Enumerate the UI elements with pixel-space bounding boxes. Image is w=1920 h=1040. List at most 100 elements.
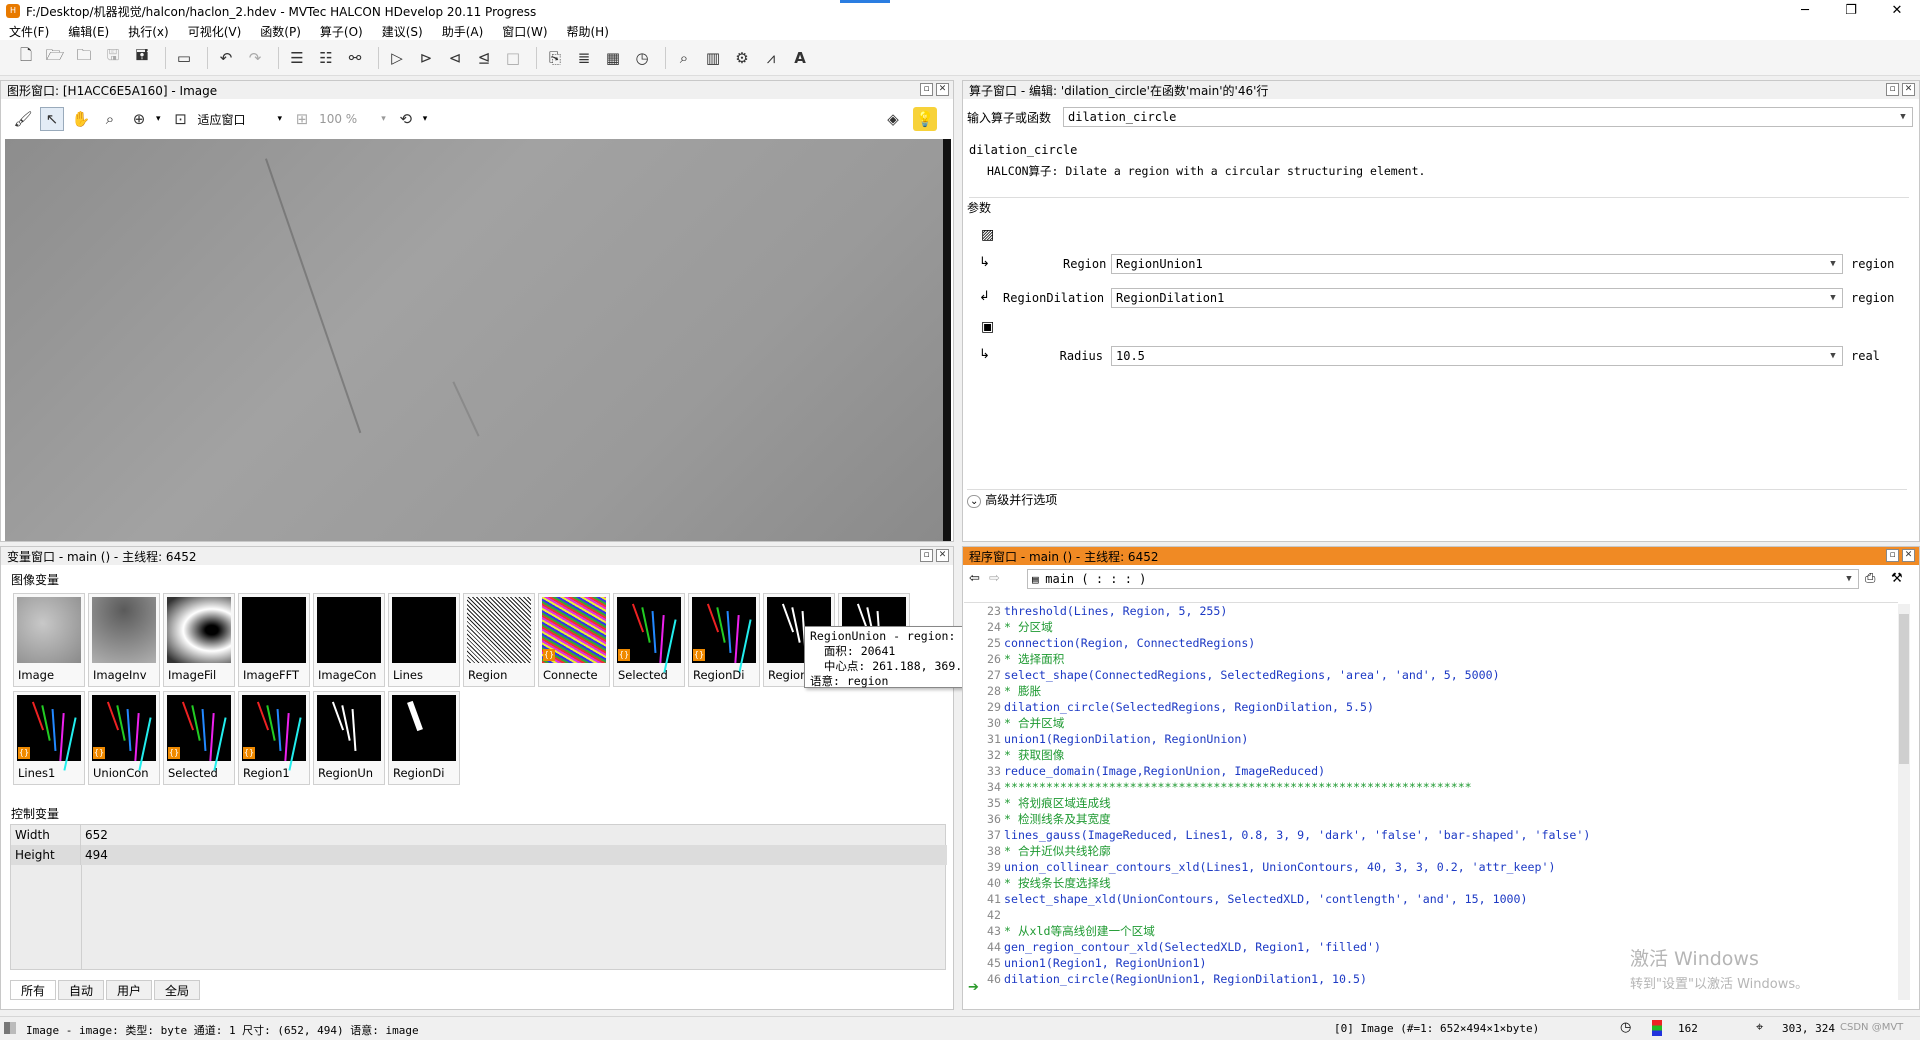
thumbnail-lines[interactable]: Lines <box>388 593 460 687</box>
close-button[interactable]: ✕ <box>1874 0 1920 22</box>
thumbnail-imagecon[interactable]: ImageCon <box>313 593 385 687</box>
code-line[interactable]: 39 union_collinear_contours_xld(Lines1, U… <box>964 859 1898 875</box>
scrollbar-thumb[interactable] <box>1899 614 1909 764</box>
thumbnail-regiondi[interactable]: RegionDi <box>388 691 460 785</box>
code-line[interactable]: 35 * 将划痕区域连成线 <box>964 795 1898 811</box>
program-code-editor[interactable]: 23 threshold(Lines, Region, 5, 255) 24 * 分区… <box>964 602 1898 998</box>
menu-execute[interactable]: 执行(x) <box>119 23 178 40</box>
fit-window-icon[interactable]: ⊡ <box>169 107 193 131</box>
float-icon[interactable]: ▫ <box>1886 83 1899 96</box>
forward-arrow-icon[interactable]: ⇨ <box>989 571 1000 586</box>
code-line[interactable]: 24 * 分区域 <box>964 619 1898 635</box>
bulb-icon[interactable]: 💡 <box>913 107 937 131</box>
code-line[interactable]: 31 union1(RegionDilation, RegionUnion) <box>964 731 1898 747</box>
param-region-dilation-field[interactable]: RegionDilation1 ▼ <box>1111 288 1843 308</box>
insert-procedure-icon[interactable]: ☰ <box>285 46 309 70</box>
binoculars-icon[interactable]: ⚯ <box>343 46 367 70</box>
new-file-icon[interactable]: 🗋 <box>14 46 38 70</box>
thumbnail-region[interactable]: Region <box>463 593 535 687</box>
menu-help[interactable]: 帮助(H) <box>558 23 619 40</box>
back-arrow-icon[interactable]: ⇦ <box>969 571 980 586</box>
close-icon[interactable]: ✕ <box>1902 83 1915 96</box>
table-row[interactable]: Height 494 <box>11 845 947 865</box>
menu-window[interactable]: 窗口(W) <box>493 23 557 40</box>
code-line[interactable]: 25 connection(Region, ConnectedRegions) <box>964 635 1898 651</box>
procedure-edit-icon[interactable]: ⎙ <box>1865 571 1875 586</box>
maximize-button[interactable]: ❐ <box>1828 0 1874 22</box>
param-region-field[interactable]: RegionUnion1 ▼ <box>1111 254 1843 274</box>
table-row[interactable]: Width 652 <box>11 825 947 845</box>
open-example-icon[interactable]: 🗀 <box>72 46 96 70</box>
line-profile-icon[interactable]: ⩘ <box>759 46 783 70</box>
redo-icon[interactable]: ↷ <box>243 46 267 70</box>
thumbnail-selected[interactable]: {} Selected <box>613 593 685 687</box>
code-line[interactable]: 26 * 选择面积 <box>964 651 1898 667</box>
tab-global[interactable]: 全局 <box>154 980 201 1000</box>
code-line[interactable]: 23 threshold(Lines, Region, 5, 255) <box>964 603 1898 619</box>
chevron-down-icon[interactable]: ▼ <box>1826 255 1840 273</box>
code-line[interactable]: 37 lines_gauss(ImageReduced, Lines1, 0.8,… <box>964 827 1898 843</box>
menu-edit[interactable]: 编辑(E) <box>59 23 119 40</box>
menu-procedures[interactable]: 函数(P) <box>251 23 311 40</box>
thumbnail-region1[interactable]: {} Region1 <box>238 691 310 785</box>
thumbnail-lines1[interactable]: {} Lines1 <box>13 691 85 785</box>
record-icon[interactable]: ▭ <box>172 46 196 70</box>
save-all-icon[interactable]: 🖬 <box>130 46 154 70</box>
thumbnail-imagefft[interactable]: ImageFFT <box>238 593 310 687</box>
chevron-down-icon[interactable]: ▾ <box>381 114 386 124</box>
save-icon[interactable]: 🖫 <box>101 46 125 70</box>
open-file-icon[interactable]: 🗁 <box>43 46 67 70</box>
tab-auto[interactable]: 自动 <box>58 980 105 1000</box>
thumbnail-image[interactable]: Image <box>13 593 85 687</box>
fit-window-button[interactable]: 适应窗口 <box>198 111 246 128</box>
draw-shape-icon[interactable]: ⟲ <box>394 107 418 131</box>
code-line[interactable]: 28 * 膨胀 <box>964 683 1898 699</box>
code-line[interactable]: 30 * 合并区域 <box>964 715 1898 731</box>
close-icon[interactable]: ✕ <box>936 83 949 96</box>
stop-icon[interactable]: □ <box>501 46 525 70</box>
float-icon[interactable]: ▫ <box>920 83 933 96</box>
operator-input-field[interactable]: dilation_circle ▼ <box>1063 107 1913 127</box>
menu-suggestions[interactable]: 建议(S) <box>373 23 433 40</box>
step-out-icon[interactable]: ⊴ <box>472 46 496 70</box>
thumbnail-imageinv[interactable]: ImageInv <box>88 593 160 687</box>
menu-assistants[interactable]: 助手(A) <box>433 23 494 40</box>
image-display-canvas[interactable] <box>5 139 951 541</box>
profiler-icon[interactable]: ◷ <box>630 46 654 70</box>
chevron-down-icon[interactable]: ▾ <box>423 114 428 124</box>
ocr-icon[interactable]: A <box>788 46 812 70</box>
chevron-down-icon[interactable]: ▼ <box>1842 570 1856 588</box>
code-line[interactable]: 40 * 按线条长度选择线 <box>964 875 1898 891</box>
tab-all[interactable]: 所有 <box>10 980 57 1000</box>
thumbnail-unioncon[interactable]: {} UnionCon <box>88 691 160 785</box>
thumbnail-imagefil[interactable]: ImageFil <box>163 593 235 687</box>
close-icon[interactable]: ✕ <box>1902 549 1915 562</box>
procedure-selector[interactable]: ▤ main ( : : : ) ▼ <box>1027 569 1859 589</box>
hand-icon[interactable]: ✋ <box>69 107 93 131</box>
magnify-icon[interactable]: ⌕ <box>98 107 122 131</box>
code-line[interactable]: 33 reduce_domain(Image,RegionUnion, Image… <box>964 763 1898 779</box>
feature-icon[interactable]: ⚙ <box>730 46 754 70</box>
step-over-icon[interactable]: ⊳ <box>414 46 438 70</box>
undo-icon[interactable]: ↶ <box>214 46 238 70</box>
chevron-down-icon[interactable]: ▾ <box>156 114 161 124</box>
step-into-icon[interactable]: ⊲ <box>443 46 467 70</box>
code-line[interactable]: 38 * 合并近似共线轮廓 <box>964 843 1898 859</box>
thumbnail-regiondi[interactable]: {} RegionDi <box>688 593 760 687</box>
chevron-down-icon[interactable]: ▼ <box>1826 289 1840 307</box>
code-line[interactable]: 42 <box>964 907 1898 923</box>
thumbnail-regionun[interactable]: RegionUn <box>313 691 385 785</box>
chevron-down-icon[interactable]: ▾ <box>278 114 283 124</box>
chevron-down-icon[interactable]: ▼ <box>1896 108 1910 126</box>
procedure-icon[interactable]: ☷ <box>314 46 338 70</box>
zoom-icon[interactable]: ⌕ <box>672 46 696 70</box>
pointer-icon[interactable]: ↖ <box>40 107 64 131</box>
code-line[interactable]: 34 **************************************… <box>964 779 1898 795</box>
zoom-level-value[interactable]: 100 % <box>319 112 357 126</box>
zoom-in-icon[interactable]: ⊕ <box>127 107 151 131</box>
histogram-icon[interactable]: ▥ <box>701 46 725 70</box>
minimize-button[interactable]: ─ <box>1782 0 1828 22</box>
tab-user[interactable]: 用户 <box>106 980 153 1000</box>
variables-icon[interactable]: ▦ <box>601 46 625 70</box>
code-line[interactable]: 43 * 从xld等高线创建一个区域 <box>964 923 1898 939</box>
